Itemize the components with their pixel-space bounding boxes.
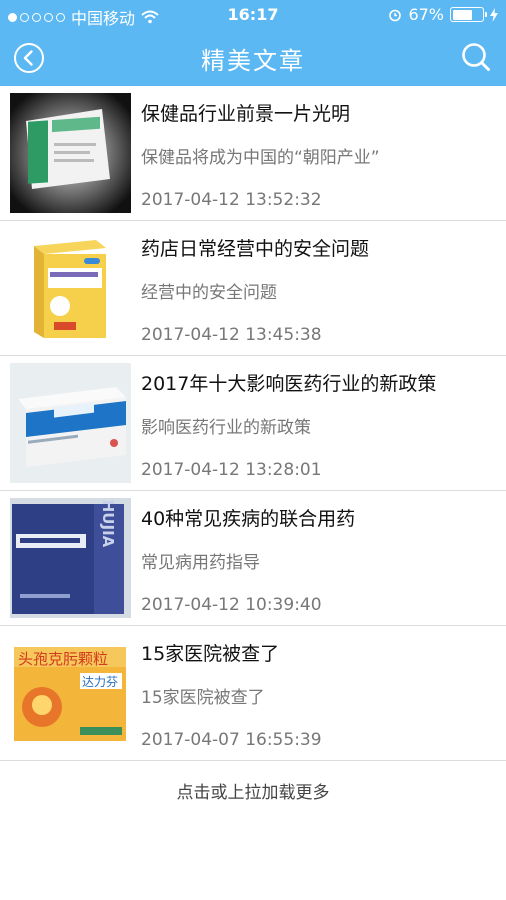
thumb-product-name: 头孢克肟颗粒 [18,650,108,668]
article-thumbnail [10,363,131,483]
charging-icon [490,7,498,22]
article-date: 2017-04-07 16:55:39 [141,730,322,750]
article-date: 2017-04-12 13:45:38 [141,325,322,345]
article-item[interactable]: CHUJIA 40种常见疾病的联合用药 常见病用药指导 2017-04-12 1… [0,491,506,626]
article-summary: 15家医院被查了 [141,688,265,708]
battery-icon [450,7,487,22]
nav-bar: 精美文章 [0,30,506,86]
article-summary: 常见病用药指导 [141,553,260,573]
article-date: 2017-04-12 10:39:40 [141,595,322,615]
article-item[interactable]: 保健品行业前景一片光明 保健品将成为中国的“朝阳产业” 2017-04-12 1… [0,86,506,221]
article-thumbnail: 头孢克肟颗粒 达力芬 [10,633,131,753]
article-date: 2017-04-12 13:28:01 [141,460,322,480]
load-more-button[interactable]: 点击或上拉加载更多 [0,778,506,803]
article-thumbnail [10,93,131,213]
article-date: 2017-04-12 13:52:32 [141,190,322,210]
thumb-brand-text: CHUJIA [99,498,117,548]
article-thumbnail: CHUJIA [10,498,131,618]
thumb-brand-text: 达力芬 [82,675,118,689]
article-title: 药店日常经营中的安全问题 [141,238,370,260]
article-thumbnail [10,228,131,348]
battery-percent: 67% [408,5,444,24]
status-bar: 中国移动 16:17 67% [0,0,506,30]
article-list: 保健品行业前景一片光明 保健品将成为中国的“朝阳产业” 2017-04-12 1… [0,86,506,761]
article-summary: 经营中的安全问题 [141,283,277,303]
article-title: 15家医院被查了 [141,643,280,665]
article-title: 保健品行业前景一片光明 [141,103,351,125]
alarm-icon [389,9,402,21]
article-item[interactable]: 药店日常经营中的安全问题 经营中的安全问题 2017-04-12 13:45:3… [0,221,506,356]
article-title: 2017年十大影响医药行业的新政策 [141,373,437,395]
search-icon[interactable] [460,41,492,73]
article-summary: 影响医药行业的新政策 [141,418,311,438]
article-summary: 保健品将成为中国的“朝阳产业” [141,148,380,168]
article-item[interactable]: 头孢克肟颗粒 达力芬 15家医院被查了 15家医院被查了 2017-04-07 … [0,626,506,761]
article-title: 40种常见疾病的联合用药 [141,508,356,530]
article-item[interactable]: 2017年十大影响医药行业的新政策 影响医药行业的新政策 2017-04-12 … [0,356,506,491]
page-title: 精美文章 [201,47,305,75]
app-header: 中国移动 16:17 67% 精美文章 [0,0,506,86]
